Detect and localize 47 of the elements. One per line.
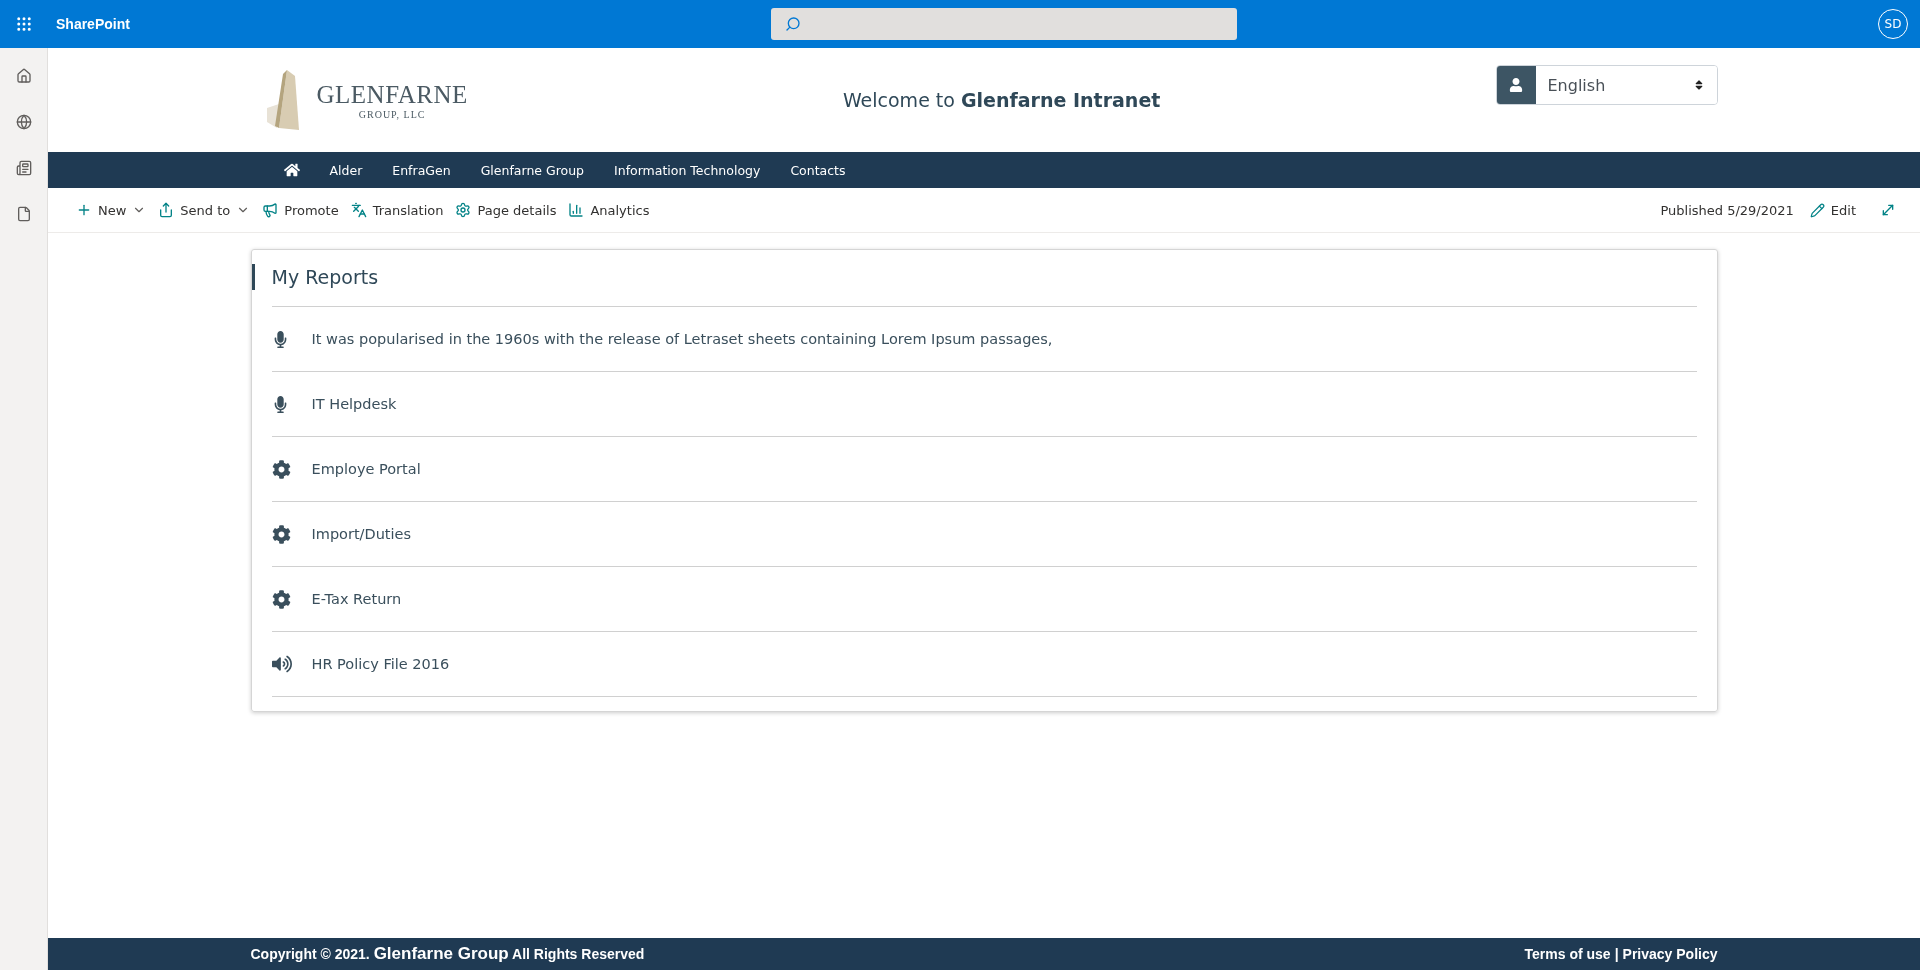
command-button[interactable]: Page details bbox=[449, 194, 563, 226]
home-icon[interactable] bbox=[15, 68, 32, 84]
gear-icon bbox=[271, 459, 291, 479]
speaker-icon bbox=[271, 654, 292, 674]
command-button[interactable]: Send to bbox=[152, 194, 257, 226]
command-button[interactable]: Translation bbox=[344, 194, 450, 226]
gear-icon bbox=[455, 202, 472, 218]
chart-icon bbox=[568, 202, 585, 218]
gear-icon bbox=[271, 524, 291, 544]
share-icon bbox=[158, 202, 175, 218]
nav-link[interactable]: Glenfarne Group bbox=[465, 162, 600, 178]
logo-subtitle: GROUP, LLC bbox=[358, 108, 426, 120]
nav-link[interactable]: Information Technology bbox=[599, 162, 776, 178]
dot-grid-icon bbox=[15, 15, 33, 33]
gear-icon bbox=[271, 589, 291, 609]
command-button[interactable]: Analytics bbox=[562, 194, 656, 226]
nav-link[interactable]: Contacts bbox=[775, 162, 861, 178]
nav-link[interactable]: EnfraGen bbox=[377, 162, 466, 178]
globe-icon[interactable] bbox=[15, 114, 32, 130]
published-date: Published 5/29/2021 bbox=[1660, 202, 1794, 218]
app-name[interactable]: SharePoint bbox=[56, 16, 130, 32]
copyright-text: Copyright © 2021. Glenfarne Group All Rights Reserved bbox=[250, 944, 645, 964]
edit-button[interactable]: Edit bbox=[1803, 194, 1862, 226]
report-link[interactable]: E-Tax Return bbox=[311, 591, 402, 607]
privacy-link[interactable]: Privacy Policy bbox=[1622, 946, 1718, 962]
card-title: My Reports bbox=[251, 264, 1697, 290]
report-link[interactable]: HR Policy File 2016 bbox=[311, 656, 450, 672]
command-button[interactable]: Promote bbox=[256, 194, 345, 226]
translate-icon bbox=[350, 202, 367, 218]
separator: | bbox=[1614, 946, 1619, 962]
terms-link[interactable]: Terms of use bbox=[1524, 946, 1611, 962]
report-link[interactable]: IT Helpdesk bbox=[311, 396, 397, 412]
expand-icon bbox=[1880, 202, 1896, 218]
report-link[interactable]: It was popularised in the 1960s with the release of Letraset sheets containing Lorem Ipsum passages, bbox=[311, 331, 1053, 347]
nav-link[interactable]: Alder bbox=[314, 162, 378, 178]
search-field[interactable] bbox=[770, 8, 1237, 40]
megaphone-icon bbox=[262, 202, 279, 218]
report-link[interactable]: Employe Portal bbox=[311, 461, 421, 477]
welcome-title: Welcome to Glenfarne Intranet bbox=[841, 89, 1162, 111]
search-icon bbox=[784, 16, 801, 32]
command-button[interactable]: New bbox=[70, 194, 153, 226]
news-icon[interactable] bbox=[15, 160, 32, 176]
report-link[interactable]: Import/Duties bbox=[311, 526, 412, 542]
document-icon[interactable] bbox=[15, 206, 32, 222]
pencil-icon bbox=[1809, 202, 1825, 218]
logo-name: GLENFARNE bbox=[316, 80, 468, 109]
plus-icon bbox=[76, 202, 92, 218]
